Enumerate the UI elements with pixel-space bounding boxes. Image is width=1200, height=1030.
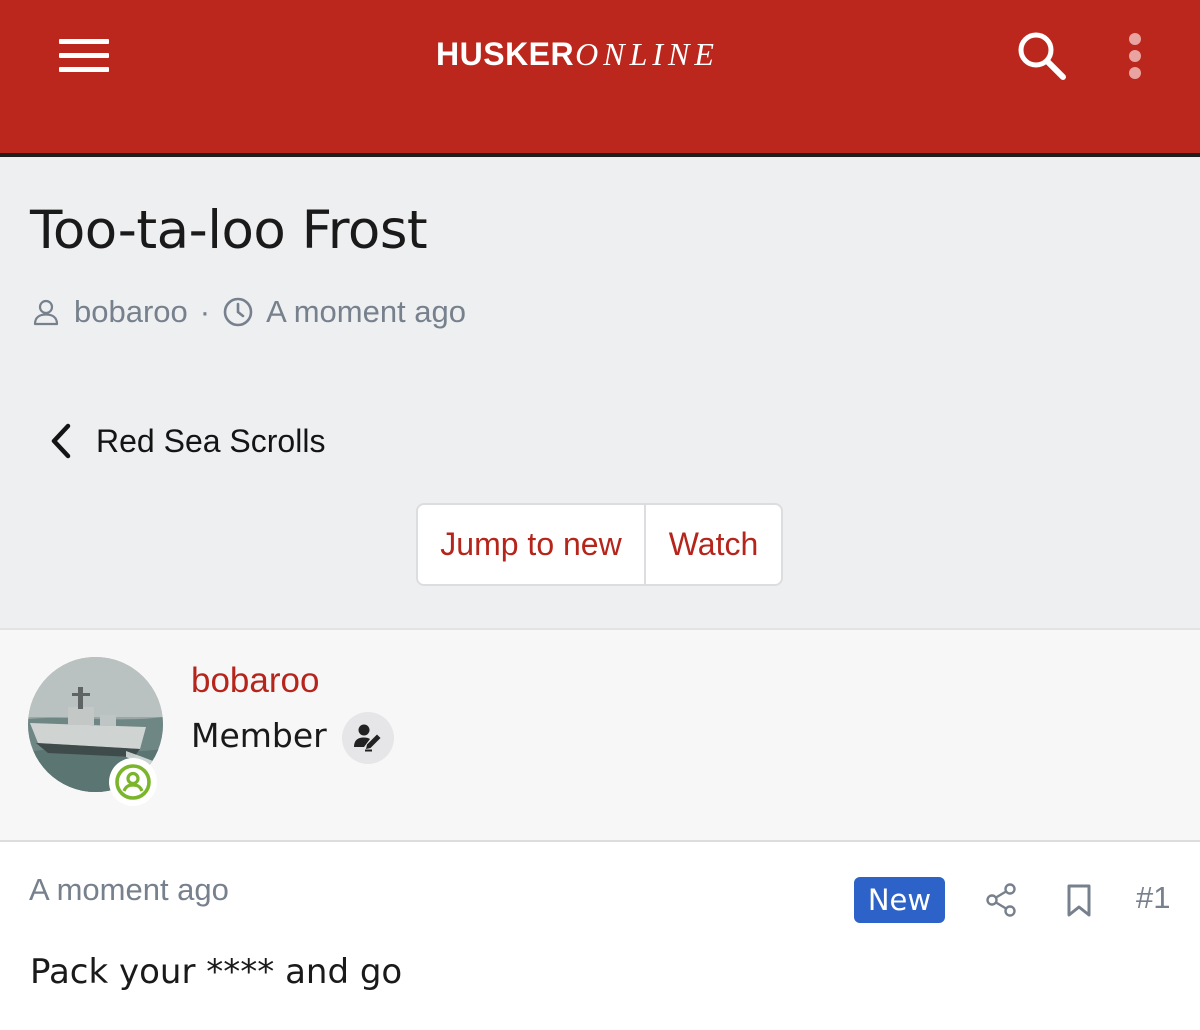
chevron-left-icon bbox=[51, 423, 71, 459]
user-edit-icon bbox=[342, 712, 394, 764]
post-author-section bbox=[0, 628, 1200, 842]
post-time[interactable]: A moment ago bbox=[29, 872, 229, 908]
thread-meta: bobaroo · A moment ago bbox=[32, 290, 466, 334]
post-number-link[interactable]: #1 bbox=[1136, 880, 1170, 916]
thread-title: Too-ta-loo Frost bbox=[30, 200, 428, 261]
back-to-forum-link[interactable]: Red Sea Scrolls bbox=[44, 415, 325, 467]
new-badge: New bbox=[854, 877, 945, 923]
search-icon[interactable] bbox=[1012, 28, 1072, 84]
back-link-label: Red Sea Scrolls bbox=[96, 422, 326, 459]
bookmark-icon[interactable] bbox=[1062, 880, 1096, 920]
logo-text-bold: HUSKER bbox=[436, 36, 575, 72]
online-status-icon bbox=[109, 758, 157, 806]
site-logo[interactable]: HUSKER ONLINE bbox=[436, 36, 719, 76]
thread-action-buttons: Jump to new Watch bbox=[416, 503, 783, 586]
clock-icon bbox=[223, 297, 253, 327]
jump-to-new-button[interactable]: Jump to new bbox=[418, 505, 646, 584]
hamburger-menu-icon[interactable] bbox=[48, 28, 120, 84]
meta-separator: · bbox=[199, 294, 211, 329]
post-body-text: Pack your **** and go bbox=[30, 952, 403, 992]
user-role: Member bbox=[191, 716, 327, 755]
watch-button[interactable]: Watch bbox=[646, 505, 781, 584]
thread-author[interactable]: bobaroo bbox=[74, 294, 188, 330]
post-username[interactable]: bobaroo bbox=[191, 661, 319, 701]
top-navigation-bar: HUSKER ONLINE bbox=[0, 0, 1200, 157]
thread-time[interactable]: A moment ago bbox=[266, 294, 466, 330]
logo-text-italic: ONLINE bbox=[575, 36, 719, 72]
more-vertical-icon[interactable] bbox=[1118, 26, 1152, 86]
post-content-section bbox=[0, 842, 1200, 1030]
share-icon[interactable] bbox=[984, 880, 1020, 920]
user-icon bbox=[33, 299, 59, 326]
